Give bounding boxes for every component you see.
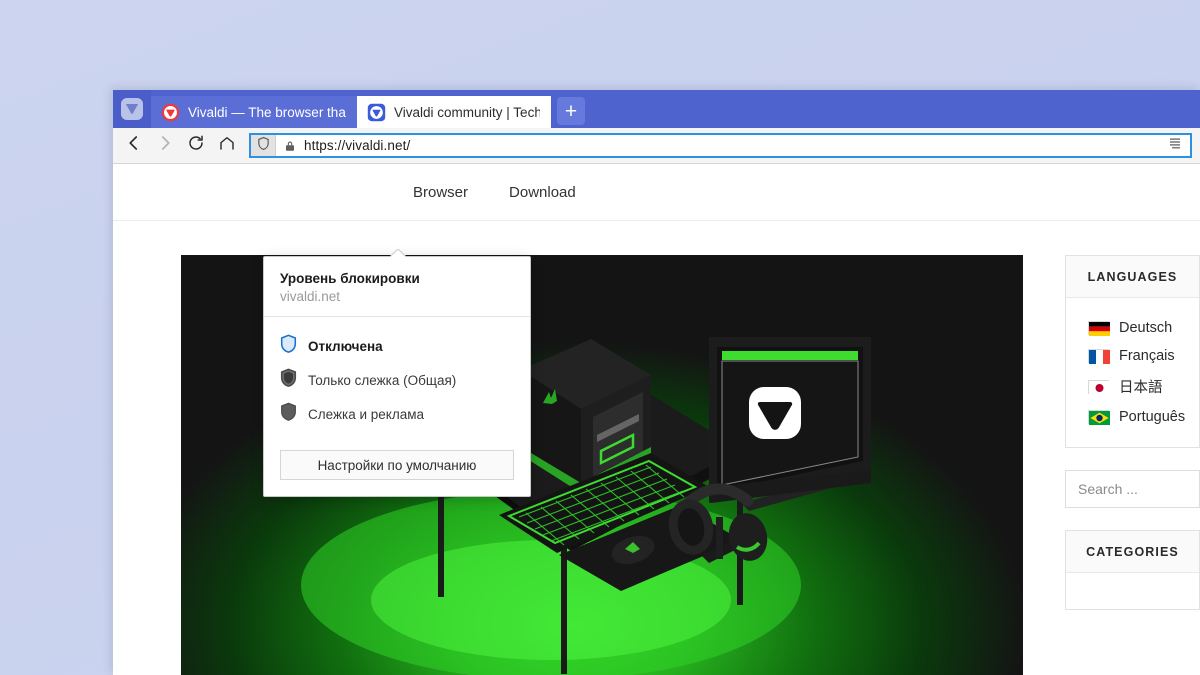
language-label: Português	[1119, 409, 1186, 425]
language-item-deutsch[interactable]: Deutsch	[1088, 314, 1199, 342]
vivaldi-red-icon	[161, 103, 180, 122]
option-label: Только слежка (Общая)	[308, 372, 457, 388]
tab-vivaldi-home[interactable]: Vivaldi — The browser that	[151, 96, 357, 128]
languages-heading: LANGUAGES	[1066, 256, 1199, 298]
popup-header: Уровень блокировки vivaldi.net	[264, 257, 530, 317]
nav-item-browser[interactable]: Browser	[413, 184, 468, 201]
tab-vivaldi-community[interactable]: Vivaldi community | Tech fo	[357, 96, 551, 128]
language-item-portugues[interactable]: Português	[1088, 403, 1199, 431]
chevron-right-icon	[156, 134, 174, 157]
language-item-japanese[interactable]: 日本語	[1088, 370, 1199, 403]
new-tab-button[interactable]: +	[557, 97, 585, 125]
language-label: Français	[1119, 348, 1175, 364]
languages-card: LANGUAGES Deutsch Français 日本語 Português	[1065, 255, 1200, 448]
flag-brazil-icon	[1088, 410, 1110, 425]
categories-heading: CATEGORIES	[1066, 531, 1199, 573]
address-bar[interactable]: https://vivaldi.net/	[249, 133, 1192, 158]
shield-outline-gray-icon	[280, 368, 297, 392]
vivaldi-menu-button[interactable]	[113, 90, 151, 128]
vivaldi-logo-icon	[121, 98, 143, 120]
back-button[interactable]	[119, 131, 148, 160]
home-icon	[218, 134, 236, 157]
shield-icon	[256, 136, 271, 156]
nav-item-download[interactable]: Download	[509, 184, 576, 201]
option-trackers-and-ads[interactable]: Слежка и реклама	[264, 397, 530, 431]
categories-list	[1066, 573, 1199, 609]
forward-button[interactable]	[150, 131, 179, 160]
page-sidebar: LANGUAGES Deutsch Français 日本語 Português…	[1065, 255, 1200, 632]
language-item-francais[interactable]: Français	[1088, 342, 1199, 370]
tracker-blocking-shield-button[interactable]	[251, 135, 276, 156]
tab-title: Vivaldi — The browser that	[188, 104, 346, 120]
tab-title: Vivaldi community | Tech fo	[394, 104, 540, 120]
popup-title: Уровень блокировки	[280, 271, 420, 286]
default-settings-button[interactable]: Настройки по умолчанию	[280, 450, 514, 480]
tracker-blocking-popup: Уровень блокировки vivaldi.net Отключена…	[263, 256, 531, 497]
new-tab-label: +	[564, 99, 578, 123]
vivaldi-blue-icon	[367, 103, 386, 122]
home-button[interactable]	[212, 131, 241, 160]
tab-strip: Vivaldi — The browser that Vivaldi commu…	[113, 90, 1200, 128]
chevron-left-icon	[125, 134, 143, 157]
shield-filled-gray-icon	[280, 402, 297, 426]
page-actions-button[interactable]	[1168, 135, 1188, 156]
flag-japan-icon	[1088, 379, 1110, 395]
option-label: Отключена	[308, 338, 383, 354]
language-label: Deutsch	[1119, 320, 1173, 336]
popup-host: vivaldi.net	[280, 289, 341, 304]
url-text: https://vivaldi.net/	[304, 138, 411, 153]
page-actions-icon	[1168, 135, 1184, 156]
browser-window: Vivaldi — The browser that Vivaldi commu…	[113, 90, 1200, 675]
shield-outline-blue-icon	[280, 334, 297, 358]
categories-card: CATEGORIES	[1065, 530, 1200, 610]
search-placeholder: Search ...	[1078, 481, 1138, 497]
flag-france-icon	[1088, 349, 1110, 364]
reload-icon	[187, 134, 205, 157]
language-label: 日本語	[1119, 380, 1163, 396]
popup-options: Отключена Только слежка (Общая) Слежка и…	[264, 317, 530, 441]
popup-arrow	[390, 249, 406, 257]
search-input[interactable]: Search ...	[1065, 470, 1200, 508]
default-settings-label: Настройки по умолчанию	[317, 457, 477, 473]
navigation-toolbar: https://vivaldi.net/	[113, 128, 1200, 164]
option-label: Слежка и реклама	[308, 406, 425, 422]
option-blocking-off[interactable]: Отключена	[264, 329, 530, 363]
languages-list: Deutsch Français 日本語 Português	[1066, 298, 1199, 447]
flag-germany-icon	[1088, 321, 1110, 336]
reload-button[interactable]	[181, 131, 210, 160]
site-navigation: Browser Download	[113, 164, 1200, 221]
lock-icon	[284, 139, 296, 153]
option-trackers-only[interactable]: Только слежка (Общая)	[264, 363, 530, 397]
